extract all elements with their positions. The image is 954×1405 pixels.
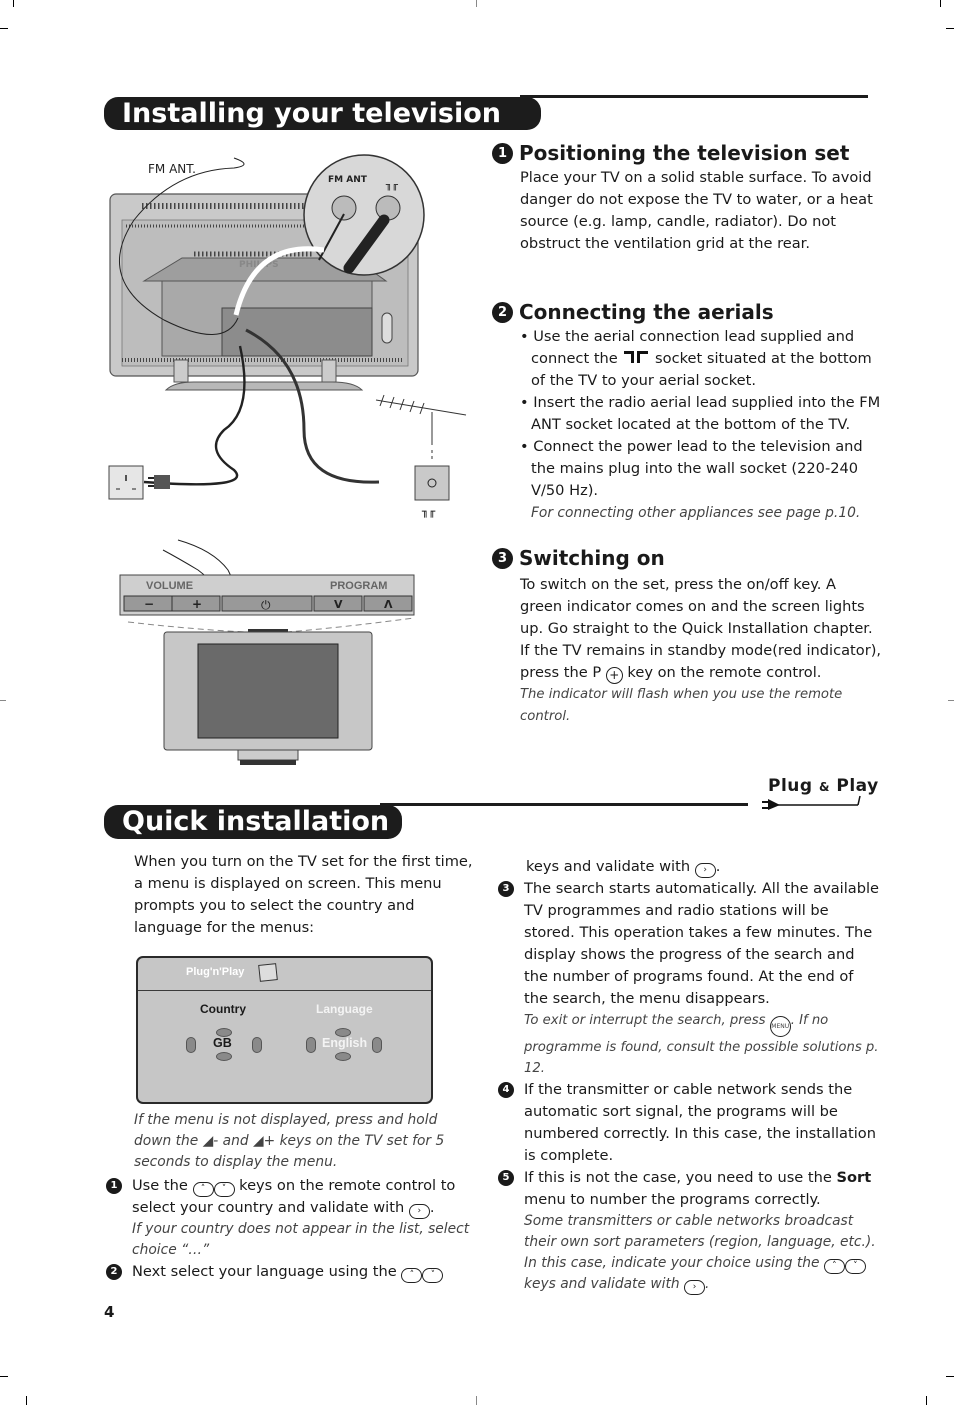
install-step: 2 Next select your language using the ˄ ˅ (106, 1261, 486, 1283)
up-key-icon: ˄ (192, 1182, 214, 1197)
country-left-arrow-icon[interactable] (186, 1037, 196, 1053)
section-rule (520, 95, 868, 98)
step-heading-text: Switching on (519, 546, 665, 570)
step-number-badge: 2 (106, 1264, 122, 1280)
tv-front-panel-figure: VOLUME PROGRAM − + ⏻ V Λ (119, 539, 415, 765)
menu-key-icon: MENU (769, 1016, 791, 1037)
step-heading-aerials: 2 Connecting the aerials (492, 300, 774, 324)
right-key-icon: › (408, 1204, 430, 1219)
quick-install-steps-right: keys and validate with keys and validate… (498, 856, 880, 1295)
step-heading-switching-on: 3 Switching on (492, 546, 665, 570)
step-number-badge: 4 (498, 1082, 514, 1098)
aerials-bullet: Insert the radio aerial lead supplied in… (520, 392, 882, 436)
country-down-arrow-icon[interactable] (216, 1052, 232, 1061)
step-number-badge: 3 (498, 881, 514, 897)
crop-mark (940, 0, 941, 7)
step-number-badge: 1 (106, 1178, 122, 1194)
step-number-badge: 3 (492, 547, 513, 569)
program-down-label: V (334, 598, 343, 611)
volume-up-label: + (192, 597, 202, 611)
positioning-text: Place your TV on a solid stable surface.… (520, 169, 873, 252)
up-key-icon: ˄ (401, 1268, 423, 1283)
crop-mark (13, 0, 14, 7)
step-note: Some transmitters or cable networks broa… (524, 1211, 880, 1295)
crop-mark (476, 1396, 477, 1405)
step-continuation: keys and validate with keys and validate… (498, 856, 880, 878)
quick-install-intro: When you turn on the TV set for the firs… (134, 853, 473, 936)
language-left-arrow-icon[interactable] (306, 1037, 316, 1053)
install-step: 3 The search starts automatically. All t… (498, 878, 880, 1079)
country-right-arrow-icon[interactable] (252, 1037, 262, 1053)
program-up-label: Λ (384, 598, 393, 611)
plug-and-play-logo: Plug & Play (768, 776, 879, 796)
step-number-badge: 2 (492, 301, 513, 323)
plug-icon (762, 795, 861, 810)
down-key-icon: ˅ (213, 1182, 235, 1197)
aerial-socket-icon (622, 351, 650, 363)
section-title-quick-installation: Quick installation (104, 805, 402, 839)
language-right-arrow-icon[interactable] (372, 1037, 382, 1053)
language-value[interactable]: English (322, 1036, 367, 1050)
section-rule (380, 803, 748, 806)
crop-mark (946, 28, 954, 29)
down-key-icon: ˅ (844, 1259, 866, 1274)
step-number-badge: 1 (492, 142, 513, 164)
switching-on-text: To switch on the set, press the on/off k… (520, 574, 882, 728)
osd-header: Plug'n'Play (138, 958, 431, 991)
volume-key-icon: ◢ (253, 1133, 264, 1149)
menu-hold-note: If the menu is not displayed, press and … (134, 1112, 445, 1170)
country-label: Country (200, 1002, 246, 1016)
crop-mark (948, 700, 954, 701)
crop-mark (946, 1376, 954, 1377)
step-note: To exit or interrupt the search, press M… (524, 1013, 879, 1076)
inset-fm-ant-label: FM ANT (328, 175, 368, 185)
step-heading-text: Positioning the television set (519, 141, 850, 165)
fm-ant-label: FM ANT. (148, 162, 196, 176)
aerials-text: Use the aerial connection lead supplied … (520, 326, 882, 524)
right-key-icon: › (684, 1280, 705, 1295)
right-key-icon: › (694, 863, 716, 878)
osd-title: Plug'n'Play (186, 966, 245, 978)
up-key-icon: ˄ (823, 1259, 845, 1274)
step-heading-text: Connecting the aerials (519, 300, 774, 324)
install-step: 1 Use the ˄ ˅ keys on the remote control … (106, 1175, 486, 1261)
aerials-note: For connecting other appliances see page… (531, 505, 861, 521)
section-title-installing: Installing your television set (104, 97, 541, 162)
program-plus-key-icon: + (605, 667, 623, 684)
power-icon: ⏻ (261, 598, 271, 612)
crop-mark (0, 28, 8, 29)
aerials-bullet: Connect the power lead to the television… (520, 436, 882, 502)
program-label: PROGRAM (330, 580, 387, 592)
page-number: 4 (104, 1303, 115, 1321)
crop-mark (0, 700, 6, 701)
install-step: 5 If this is not the case, you need to u… (498, 1167, 880, 1295)
quick-install-steps-left: 1 Use the ˄ ˅ keys on the remote control … (106, 1175, 486, 1283)
tv-rear-connection-figure: PHILIPS FM ANT ╖╓ FM ANT. ╖╓ (108, 154, 467, 518)
plug-n-play-menu: Plug'n'Play Country Language GB English (136, 956, 433, 1104)
inset-aerial-symbol-icon: ╖╓ (385, 180, 399, 191)
switching-on-note: The indicator will flash when you use th… (520, 687, 843, 724)
volume-down-label: − (144, 597, 154, 611)
down-key-icon: ˅ (422, 1268, 444, 1283)
aerials-bullet: Use the aerial connection lead supplied … (520, 326, 882, 392)
aerial-socket-symbol-icon: ╖╓ (421, 505, 436, 518)
language-label: Language (316, 1002, 373, 1016)
volume-label: VOLUME (146, 580, 193, 592)
osd-menu-icon (258, 963, 278, 982)
language-down-arrow-icon[interactable] (335, 1052, 351, 1061)
volume-key-icon: ◢ (202, 1133, 214, 1149)
install-step: 4 If the transmitter or cable network se… (498, 1079, 880, 1167)
crop-mark (476, 0, 477, 7)
country-value[interactable]: GB (213, 1036, 232, 1050)
crop-mark (26, 1396, 27, 1405)
step-number-badge: 5 (498, 1170, 514, 1186)
step-note: If your country does not appear in the l… (132, 1221, 470, 1258)
crop-mark (0, 1376, 8, 1377)
crop-mark (926, 1396, 927, 1405)
step-heading-positioning: 1 Positioning the television set (492, 141, 849, 165)
